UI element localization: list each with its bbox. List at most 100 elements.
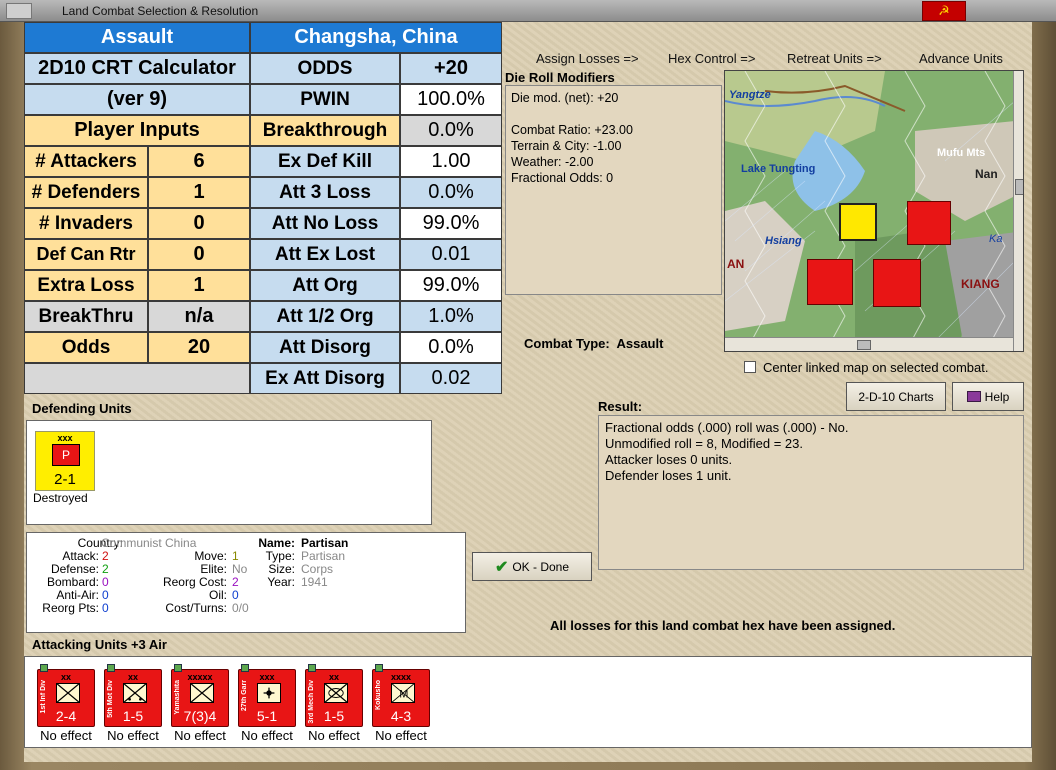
country-value: Communist China: [101, 536, 197, 550]
attacking-units-panel: xx 1st Inf Div 2-4 No effect xx 5th Mot D…: [24, 656, 1032, 748]
title-bar[interactable]: Land Combat Selection & Resolution ☭: [0, 0, 1056, 22]
result-title: Result:: [598, 399, 643, 414]
charts-button[interactable]: 2-D-10 Charts: [846, 382, 946, 411]
linked-map[interactable]: Yangtze Lake Tungting Mufu Mts Nan Hsian…: [724, 70, 1024, 352]
defender-unit-counter[interactable]: xxx P 2-1: [35, 431, 95, 491]
unit-effect: No effect: [107, 728, 159, 743]
status-pip: [40, 664, 48, 672]
help-label: Help: [984, 389, 1010, 404]
input-value[interactable]: 1: [148, 270, 250, 301]
map-defender-counter[interactable]: [839, 203, 877, 241]
input-value[interactable]: 0: [148, 239, 250, 270]
attacker-unit-counter[interactable]: xx 5th Mot Div 1-5: [104, 664, 162, 727]
costturns-value: 0/0: [232, 601, 249, 615]
step-advance-units[interactable]: Advance Units: [919, 51, 1003, 66]
center-map-label: Center linked map on selected combat.: [763, 360, 989, 375]
map-vscroll[interactable]: [1013, 71, 1023, 351]
attacker-unit-counter[interactable]: xx 3rd Mech Div 1-5: [305, 664, 363, 727]
unit-strength: 2-1: [54, 471, 76, 488]
combat-type-label: Combat Type:: [524, 336, 610, 351]
status-pip: [107, 664, 115, 672]
unit-effect: No effect: [40, 728, 92, 743]
input-label: Extra Loss: [24, 270, 148, 301]
attacker-unit-counter[interactable]: xxxxx Yamashita 7(3)4: [171, 664, 229, 727]
center-map-checkbox[interactable]: [744, 361, 756, 373]
hammer-sickle-icon: ☭: [938, 3, 950, 18]
result-label: Ex Def Kill: [250, 146, 400, 177]
input-value[interactable]: 20: [148, 332, 250, 363]
unit-strength: 2-4: [55, 708, 77, 724]
year-value: 1941: [301, 575, 328, 589]
inf-symbol-icon: [190, 683, 214, 703]
die-roll-panel: Die mod. (net): +20 Combat Ratio: +23.00…: [505, 85, 722, 295]
result-label: Breakthrough: [250, 115, 400, 146]
ok-label: OK - Done: [512, 559, 570, 574]
input-value[interactable]: 1: [148, 177, 250, 208]
defending-units-panel: xxx P 2-1 Destroyed: [26, 420, 432, 525]
map-attacker-counter[interactable]: [873, 259, 921, 307]
unit-strength: 7(3)4: [183, 708, 217, 724]
result-label: Att 3 Loss: [250, 177, 400, 208]
step-hex-control[interactable]: Hex Control =>: [668, 51, 755, 66]
step-retreat-units[interactable]: Retreat Units =>: [787, 51, 882, 66]
map-label-an: AN: [727, 257, 745, 271]
combat-type-value: Assault: [616, 336, 664, 351]
map-attacker-counter[interactable]: [807, 259, 853, 305]
unit-effect: No effect: [375, 728, 427, 743]
help-button[interactable]: Help: [952, 382, 1024, 411]
status-pip: [174, 664, 182, 672]
status-pip: [241, 664, 249, 672]
fractional-odds: Fractional Odds: 0: [511, 171, 614, 185]
attacker-unit-counter[interactable]: xx 1st Inf Div 2-4: [37, 664, 95, 727]
unit-size: xxx: [57, 433, 73, 443]
result-value: 0.02: [400, 363, 502, 394]
costturns-label: Cost/Turns:: [165, 601, 227, 615]
input-value[interactable]: n/a: [148, 301, 250, 332]
input-label: # Defenders: [24, 177, 148, 208]
unit-strength: 1-5: [323, 708, 345, 724]
input-value[interactable]: 6: [148, 146, 250, 177]
result-value: 0.0%: [400, 332, 502, 363]
status-pip: [375, 664, 383, 672]
attacker-unit-counter[interactable]: xxxx Kokusho M 4-3: [372, 664, 430, 727]
result-line: Defender loses 1 unit.: [605, 468, 732, 483]
defending-title: Defending Units: [32, 401, 132, 416]
garr-symbol-icon: [257, 683, 281, 703]
map-hscroll[interactable]: [725, 337, 1013, 351]
result-value: 100.0%: [400, 84, 502, 115]
map-label-lake: Lake Tungting: [741, 163, 816, 175]
result-value: 0.0%: [400, 177, 502, 208]
input-label: # Attackers: [24, 146, 148, 177]
map-label-ka: Ka: [989, 233, 1003, 245]
result-value: 0.0%: [400, 115, 502, 146]
ok-done-button[interactable]: ✔ OK - Done: [472, 552, 592, 581]
unit-effect: No effect: [308, 728, 360, 743]
status-pip: [308, 664, 316, 672]
input-value[interactable]: 0: [148, 208, 250, 239]
map-attacker-counter[interactable]: [907, 201, 951, 245]
input-label: Def Can Rtr: [24, 239, 148, 270]
map-label-hsiang: Hsiang: [765, 235, 802, 247]
defender-status: Destroyed: [33, 491, 88, 505]
result-value: 1.00: [400, 146, 502, 177]
die-roll-title: Die Roll Modifiers: [505, 70, 615, 85]
input-label: Odds: [24, 332, 148, 363]
unit-info-panel: Country: Communist China Attack: 2 Defen…: [26, 532, 466, 633]
step-assign-losses[interactable]: Assign Losses =>: [536, 51, 639, 66]
calc-title: 2D10 CRT Calculator: [24, 53, 250, 84]
result-label: PWIN: [250, 84, 400, 115]
attacker-unit-counter[interactable]: xxx 27th Garr 5-1: [238, 664, 296, 727]
year-label: Year:: [267, 575, 295, 589]
reorg-value: 0: [102, 601, 109, 615]
window-icon[interactable]: [6, 3, 32, 19]
weather: Weather: -2.00: [511, 155, 594, 169]
combat-type: Combat Type: Assault: [524, 336, 663, 351]
result-value: 0.01: [400, 239, 502, 270]
terrain-city: Terrain & City: -1.00: [511, 139, 622, 153]
result-label: Att Disorg: [250, 332, 400, 363]
combat-ratio: Combat Ratio: +23.00: [511, 123, 633, 137]
close-button[interactable]: ☭: [922, 1, 966, 21]
reorg-label: Reorg Pts:: [42, 601, 99, 615]
mech-symbol-icon: [324, 683, 348, 703]
